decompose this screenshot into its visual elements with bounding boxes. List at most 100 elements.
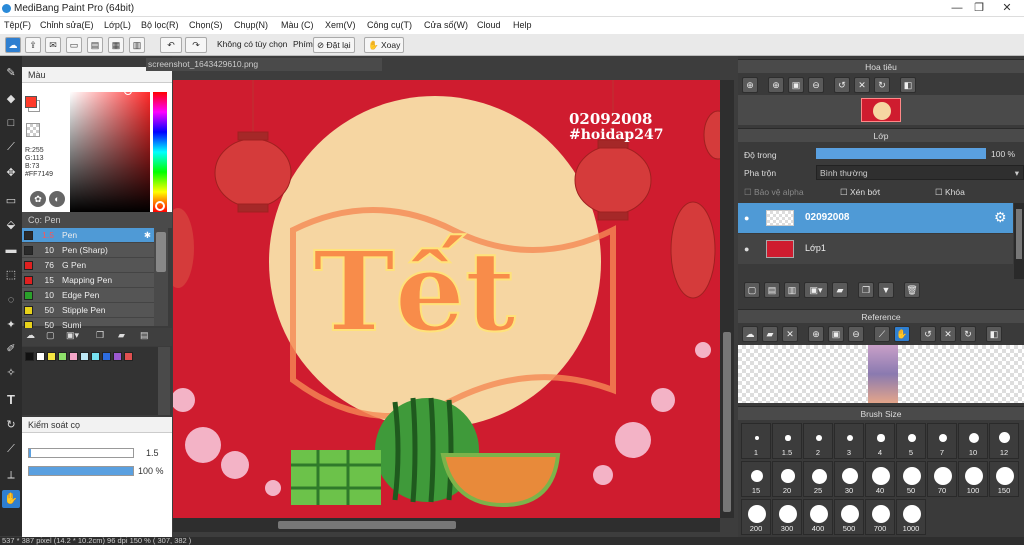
reset-button[interactable]: ⊘ Đặt lại <box>313 37 355 53</box>
ref-rotate-left-icon[interactable]: ↺ <box>920 326 936 342</box>
layer-settings-gear-icon[interactable]: ⚙ <box>994 209 1007 226</box>
palette-swatch[interactable] <box>124 352 133 361</box>
ref-zoom-out-icon[interactable]: ⊖ <box>848 326 864 342</box>
text-tool-icon[interactable]: T <box>2 391 20 409</box>
brush-list-scrollbar[interactable] <box>154 228 168 326</box>
menu-snap[interactable]: Chụp(N) <box>234 20 268 30</box>
fill-tool-icon[interactable]: ⬙ <box>2 216 20 234</box>
layer-row[interactable]: ● Lớp1 <box>738 234 1013 264</box>
canvas-artwork[interactable]: Tết 02092008 #hoidap247 <box>173 80 720 518</box>
canvas-v-scrollbar[interactable] <box>720 80 734 518</box>
minimize-icon[interactable]: — <box>946 2 968 15</box>
h-scroll-thumb[interactable] <box>278 521 456 529</box>
comment-icon[interactable]: ✉ <box>45 37 61 53</box>
sv-picker-handle[interactable] <box>124 87 132 95</box>
undo-icon[interactable]: ↶ <box>160 37 182 53</box>
brush-size-cell[interactable]: 5 <box>896 423 926 459</box>
brush-copy-icon[interactable]: ❐ <box>96 330 104 341</box>
menu-help[interactable]: Help <box>513 20 532 30</box>
layer-copy-icon[interactable]: ❐ <box>858 282 874 298</box>
brush-size-cell[interactable]: 1.5 <box>772 423 802 459</box>
menu-color[interactable]: Màu (C) <box>281 20 314 30</box>
menu-edit[interactable]: Chỉnh sửa(E) <box>40 20 94 30</box>
layer-delete-icon[interactable]: 🗑 <box>904 282 920 298</box>
layer-row-selected[interactable]: ● 02092008 ⚙ <box>738 203 1013 233</box>
eraser-tool-icon[interactable]: ◆ <box>2 90 20 108</box>
palette-swatch[interactable] <box>102 352 111 361</box>
menu-layer[interactable]: Lớp(L) <box>104 20 131 30</box>
brush-size-cell[interactable]: 30 <box>834 461 864 497</box>
ref-fit-icon[interactable]: ▣ <box>828 326 844 342</box>
brush-item[interactable]: 10 Pen (Sharp) <box>22 243 154 258</box>
brush-size-cell[interactable]: 25 <box>803 461 833 497</box>
select-pen-icon[interactable]: ✐ <box>2 340 20 358</box>
brush-item[interactable]: 76 G Pen <box>22 258 154 273</box>
palette-swatch[interactable] <box>69 352 78 361</box>
brush-add-icon[interactable]: ▣▾ <box>66 330 79 341</box>
reference-view[interactable] <box>738 345 1024 403</box>
palette-swatch[interactable] <box>36 352 45 361</box>
palette-swatch[interactable] <box>91 352 100 361</box>
export-icon[interactable]: ⇪ <box>25 37 41 53</box>
brush-delete-icon[interactable]: ▤ <box>140 330 149 341</box>
restore-icon[interactable]: ❐ <box>968 2 990 15</box>
magic-wand-icon[interactable]: ✦ <box>2 316 20 334</box>
saturation-value-picker[interactable] <box>70 92 150 212</box>
brush-size-cell[interactable]: 7 <box>927 423 957 459</box>
foreground-color-swatch[interactable] <box>25 96 37 108</box>
nav-rotate-right-icon[interactable]: ↻ <box>874 77 890 93</box>
brush-size-cell[interactable]: 12 <box>989 423 1019 459</box>
brush-size-cell[interactable]: 300 <box>772 499 802 535</box>
rectangle-tool-icon[interactable]: □ <box>2 114 20 132</box>
palette-swatch[interactable] <box>80 352 89 361</box>
brush-size-cell[interactable]: 40 <box>865 461 895 497</box>
hue-slider[interactable] <box>153 92 167 212</box>
gradient-tool-icon[interactable]: ▬ <box>2 241 20 259</box>
ref-rotate-right-icon[interactable]: ↻ <box>960 326 976 342</box>
v-scroll-thumb[interactable] <box>723 332 731 512</box>
brush-size-cell[interactable]: 50 <box>896 461 926 497</box>
brush-opacity-slider[interactable] <box>28 466 134 476</box>
brush-size-cell[interactable]: 500 <box>834 499 864 535</box>
brush-size-slider[interactable] <box>28 448 134 458</box>
nav-zoom-in-icon[interactable]: ⊕ <box>742 77 758 93</box>
menu-tools[interactable]: Công cụ(T) <box>367 20 412 30</box>
brush-settings-gear-icon[interactable]: ✱ <box>144 228 151 243</box>
brush-tool-icon[interactable]: ✎ <box>2 64 20 82</box>
redo-icon[interactable]: ↷ <box>185 37 207 53</box>
nav-rotate-left-icon[interactable]: ↺ <box>834 77 850 93</box>
brush-size-cell[interactable]: 70 <box>927 461 957 497</box>
ref-open-icon[interactable]: ▰ <box>762 326 778 342</box>
brush-size-cell[interactable]: 1000 <box>896 499 926 535</box>
nav-zoom-in-2-icon[interactable]: ⊕ <box>768 77 784 93</box>
rotate-button[interactable]: ✋ Xoay <box>364 37 405 53</box>
ref-hand-icon[interactable]: ✋ <box>894 326 910 342</box>
line-tool-icon[interactable]: ⟋ <box>2 138 20 156</box>
brush-size-cell[interactable]: 15 <box>741 461 771 497</box>
close-icon[interactable]: ✕ <box>996 2 1018 15</box>
hand-tool-icon[interactable]: ✋ <box>2 490 20 508</box>
canvas-h-scrollbar[interactable] <box>173 518 720 532</box>
nav-fit-icon[interactable]: ▣ <box>788 77 804 93</box>
palette-swatch[interactable] <box>25 352 34 361</box>
brush-size-cell[interactable]: 1 <box>741 423 771 459</box>
ref-flip-icon[interactable]: ◧ <box>986 326 1002 342</box>
palette-swatch[interactable] <box>58 352 67 361</box>
menu-filter[interactable]: Bộ lọc(R) <box>141 20 179 30</box>
palette-edit-icon[interactable]: ◐ <box>49 191 65 207</box>
layer-opacity-slider[interactable] <box>816 148 986 159</box>
lock-checkbox[interactable]: ☐ Khóa <box>935 187 965 198</box>
ref-zoom-in-icon[interactable]: ⊕ <box>808 326 824 342</box>
brush-size-cell[interactable]: 700 <box>865 499 895 535</box>
blend-mode-select[interactable]: Bình thường ▾ <box>816 165 1024 180</box>
visibility-icon[interactable]: ● <box>744 244 749 254</box>
transparent-swatch[interactable] <box>26 123 40 137</box>
document-icon[interactable]: ▤ <box>87 37 103 53</box>
brush-item[interactable]: 15 Mapping Pen <box>22 273 154 288</box>
ref-eyedropper-icon[interactable]: ⟋ <box>874 326 890 342</box>
visibility-icon[interactable]: ● <box>744 213 749 223</box>
divide-tool-icon[interactable]: ⟋ <box>2 440 20 458</box>
palette-swatch[interactable] <box>47 352 56 361</box>
panels-icon[interactable]: ▥ <box>129 37 145 53</box>
menu-select[interactable]: Chọn(S) <box>189 20 223 30</box>
